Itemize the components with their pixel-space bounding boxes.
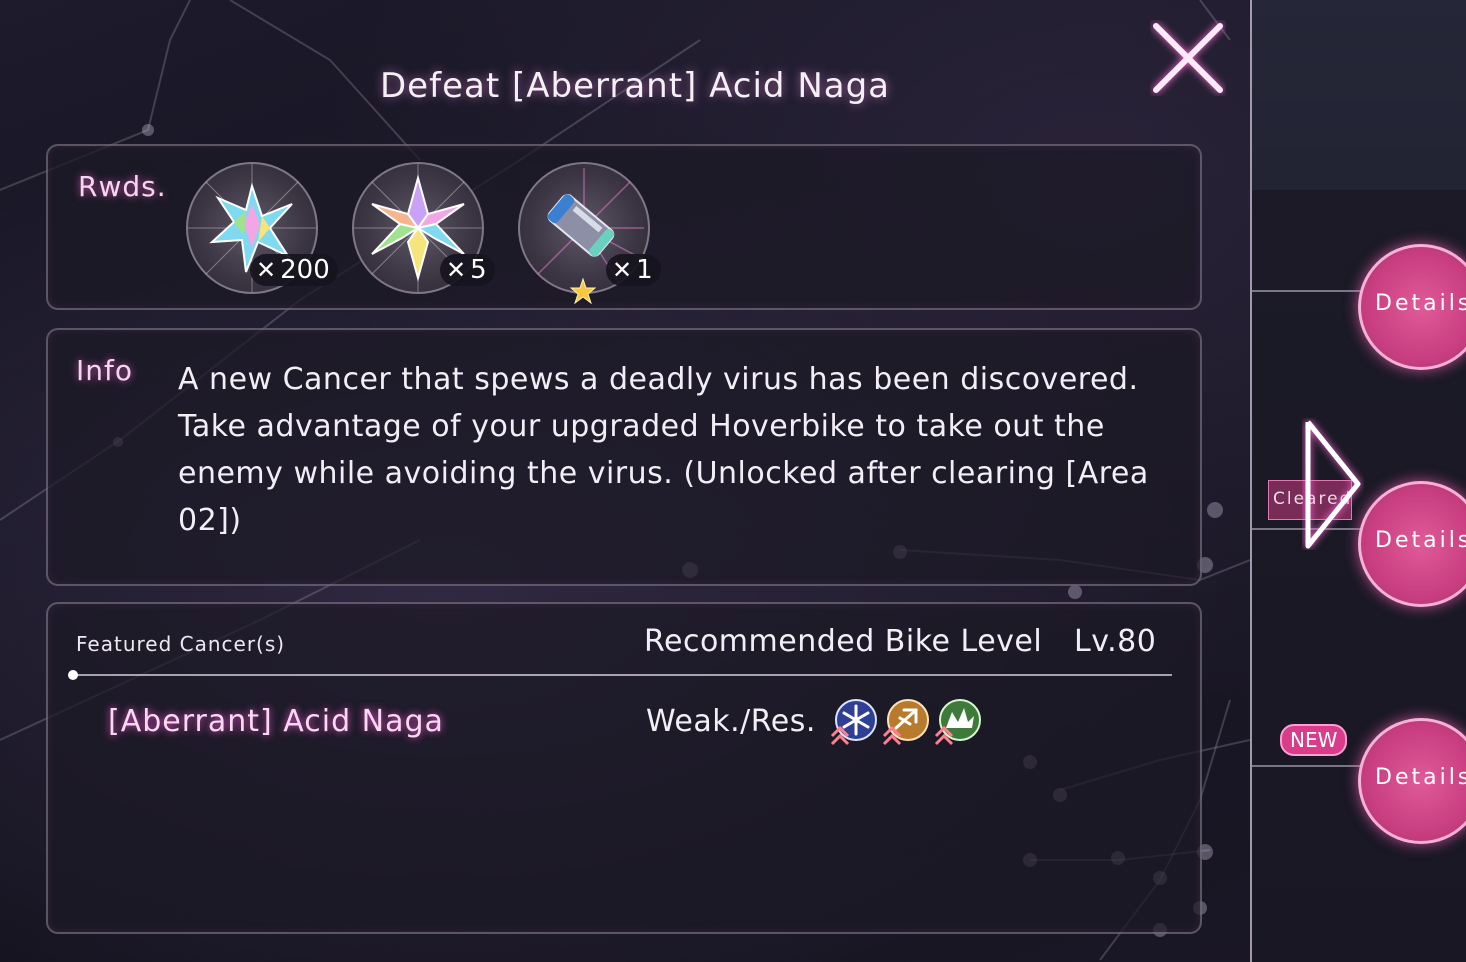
info-panel: Info A new Cancer that spews a deadly vi… [46,328,1202,586]
recommended-bike-level-value: Lv.80 [1074,624,1157,659]
ice-element-icon[interactable] [830,698,878,746]
info-label: Info [76,354,133,387]
star-icon [570,278,596,304]
quest-list-sidebar: Details Cleared Details NEW Details [1250,0,1466,962]
close-icon[interactable] [1150,20,1226,96]
connector-line [1252,765,1372,767]
info-description: A new Cancer that spews a deadly virus h… [178,362,1149,538]
recommended-bike-level-label: Recommended Bike Level [644,624,1043,659]
wind-element-icon[interactable] [882,698,930,746]
nature-element-icon[interactable] [934,698,982,746]
featured-cancer-label: Featured Cancer(s) [76,632,286,656]
reward-quantity: ✕ 200 [250,254,338,286]
quest-title: Defeat [Aberrant] Acid Naga [380,66,891,106]
rewards-label: Rwds. [78,170,167,203]
featured-cancer-panel: Featured Cancer(s) Recommended Bike Leve… [46,602,1202,934]
reward-quantity: ✕ 1 [606,254,661,286]
divider [72,674,1172,676]
reward-item-crystal-star[interactable]: ✕ 200 [186,162,338,294]
reward-quantity: ✕ 5 [440,254,495,286]
details-button[interactable]: Details [1358,244,1466,370]
rewards-panel: Rwds. ✕ 200 ✕ 5 ✕ 1 [46,144,1202,310]
reward-item-crystal-flower[interactable]: ✕ 5 [352,162,495,294]
details-button[interactable]: Details [1358,481,1466,607]
divider-dot [68,670,78,680]
weakness-label: Weak./Res. [646,704,816,739]
details-button[interactable]: Details [1358,718,1466,844]
new-badge: NEW [1280,724,1348,756]
connector-line [1252,290,1372,292]
cancer-name[interactable]: [Aberrant] Acid Naga [108,704,444,739]
reward-item-bike-part[interactable]: ✕ 1 [518,162,661,304]
sidebar-banner [1252,0,1466,190]
chevron-right-icon[interactable] [1302,418,1364,550]
